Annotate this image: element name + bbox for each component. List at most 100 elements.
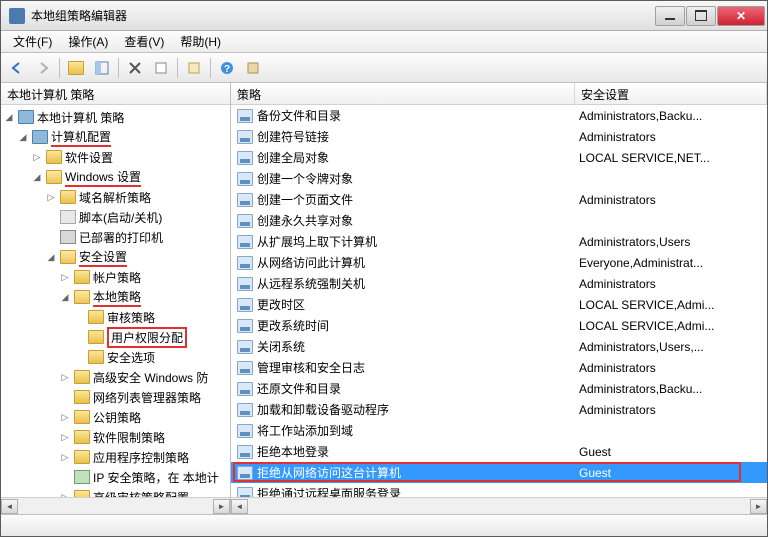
list-row[interactable]: 管理审核和安全日志Administrators xyxy=(231,357,767,378)
list-row[interactable]: 关闭系统Administrators,Users,... xyxy=(231,336,767,357)
close-button[interactable] xyxy=(717,6,765,26)
col-policy[interactable]: 策略 xyxy=(231,83,575,104)
tree-adv-audit[interactable]: ▷高级审核策略配置 xyxy=(1,487,230,497)
scroll-left-button[interactable]: ◄ xyxy=(231,499,248,514)
tree-account-policy[interactable]: ▷帐户策略 xyxy=(1,267,230,287)
computer-icon xyxy=(32,130,48,144)
list-row[interactable]: 创建一个页面文件Administrators xyxy=(231,189,767,210)
policy-cell: 加载和卸载设备驱动程序 xyxy=(231,401,575,418)
list-body[interactable]: 备份文件和目录Administrators,Backu...创建符号链接Admi… xyxy=(231,105,767,497)
tree-dns-policy[interactable]: ▷ 域名解析策略 xyxy=(1,187,230,207)
minimize-button[interactable] xyxy=(655,6,685,26)
expand-icon[interactable]: ▷ xyxy=(59,371,71,383)
tree-hscroll[interactable]: ◄ ► xyxy=(1,497,230,514)
list-row[interactable]: 从扩展坞上取下计算机 Administrators,Users xyxy=(231,231,767,252)
list-row[interactable]: 创建全局对象LOCAL SERVICE,NET... xyxy=(231,147,767,168)
tree-body[interactable]: ◢本地计算机 策略 ◢计算机配置 ▷软件设置 ◢Windows 设置 ▷ 域名解析… xyxy=(1,105,230,497)
menu-help[interactable]: 帮助(H) xyxy=(172,31,229,52)
list-row[interactable]: 将工作站添加到域 xyxy=(231,420,767,441)
expand-icon[interactable]: ◢ xyxy=(31,171,43,183)
tree-comp-config[interactable]: ◢计算机配置 xyxy=(1,127,230,147)
list-row[interactable]: 创建一个令牌对象 xyxy=(231,168,767,189)
list-row[interactable]: 还原文件和目录Administrators,Backu... xyxy=(231,378,767,399)
list-row[interactable]: 拒绝从网络访问这台计算机Guest xyxy=(231,462,767,483)
list-row[interactable]: 创建永久共享对象 xyxy=(231,210,767,231)
tree-win-settings[interactable]: ◢Windows 设置 xyxy=(1,167,230,187)
tree-sec-options[interactable]: 安全选项 xyxy=(1,347,230,367)
back-button[interactable] xyxy=(5,56,29,80)
tree-soft-restrict[interactable]: ▷软件限制策略 xyxy=(1,427,230,447)
list-hscroll[interactable]: ◄ ► xyxy=(231,497,767,514)
menu-action[interactable]: 操作(A) xyxy=(60,31,116,52)
setting-cell: Everyone,Administrat... xyxy=(575,256,767,270)
list-row[interactable]: 从远程系统强制关机Administrators xyxy=(231,273,767,294)
tree-printers[interactable]: 已部署的打印机 xyxy=(1,227,230,247)
list-row[interactable]: 拒绝本地登录Guest xyxy=(231,441,767,462)
col-security[interactable]: 安全设置 xyxy=(575,83,767,104)
policy-text: 从扩展坞上取下计算机 xyxy=(257,233,377,250)
delete-button[interactable] xyxy=(123,56,147,80)
list-row[interactable]: 拒绝通过远程桌面服务登录 xyxy=(231,483,767,497)
export-button[interactable] xyxy=(182,56,206,80)
script-icon xyxy=(60,210,76,224)
tree-audit-policy[interactable]: 审核策略 xyxy=(1,307,230,327)
folder-icon xyxy=(74,390,90,404)
list-row[interactable]: 更改时区LOCAL SERVICE,Admi... xyxy=(231,294,767,315)
scroll-left-button[interactable]: ◄ xyxy=(1,499,18,514)
expand-icon[interactable]: ◢ xyxy=(59,291,71,303)
tree-label: 网络列表管理器策略 xyxy=(93,389,201,406)
expand-icon[interactable]: ▷ xyxy=(45,191,57,203)
tree-scripts[interactable]: 脚本(启动/关机) xyxy=(1,207,230,227)
tree-sec-settings[interactable]: ◢安全设置 xyxy=(1,247,230,267)
tree-adv-firewall[interactable]: ▷高级安全 Windows 防 xyxy=(1,367,230,387)
policy-icon xyxy=(237,319,253,333)
scroll-right-button[interactable]: ► xyxy=(750,499,767,514)
tree-net-list[interactable]: 网络列表管理器策略 xyxy=(1,387,230,407)
expand-icon[interactable]: ▷ xyxy=(59,451,71,463)
tree-soft-settings[interactable]: ▷软件设置 xyxy=(1,147,230,167)
expand-icon[interactable]: ▷ xyxy=(59,271,71,283)
setting-cell: Administrators,Users xyxy=(575,235,767,249)
properties-button[interactable] xyxy=(149,56,173,80)
expand-icon[interactable]: ◢ xyxy=(17,131,29,143)
expand-icon[interactable]: ◢ xyxy=(45,251,57,263)
show-hide-tree-button[interactable] xyxy=(90,56,114,80)
tree-label: 域名解析策略 xyxy=(79,189,151,206)
list-row[interactable]: 备份文件和目录Administrators,Backu... xyxy=(231,105,767,126)
list-row[interactable]: 更改系统时间LOCAL SERVICE,Admi... xyxy=(231,315,767,336)
menu-view[interactable]: 查看(V) xyxy=(116,31,172,52)
tree-root[interactable]: ◢本地计算机 策略 xyxy=(1,107,230,127)
folder-icon xyxy=(74,490,90,497)
policy-cell: 拒绝通过远程桌面服务登录 xyxy=(231,485,575,497)
menu-file[interactable]: 文件(F) xyxy=(5,31,60,52)
setting-cell: LOCAL SERVICE,Admi... xyxy=(575,298,767,312)
separator xyxy=(177,58,178,78)
folder-icon xyxy=(60,250,76,264)
tree-ip-sec[interactable]: IP 安全策略，在 本地计 xyxy=(1,467,230,487)
policy-icon xyxy=(237,214,253,228)
forward-button[interactable] xyxy=(31,56,55,80)
list-row[interactable]: 加载和卸载设备驱动程序Administrators xyxy=(231,399,767,420)
expand-icon[interactable]: ▷ xyxy=(59,411,71,423)
help-button[interactable]: ? xyxy=(215,56,239,80)
tree-app-control[interactable]: ▷应用程序控制策略 xyxy=(1,447,230,467)
up-button[interactable] xyxy=(64,56,88,80)
policy-icon xyxy=(237,235,253,249)
policy-icon xyxy=(237,298,253,312)
policy-icon xyxy=(237,466,253,480)
tree-pubkey[interactable]: ▷公钥策略 xyxy=(1,407,230,427)
refresh-button[interactable] xyxy=(241,56,265,80)
policy-text: 备份文件和目录 xyxy=(257,107,341,124)
expand-icon[interactable]: ▷ xyxy=(59,431,71,443)
scroll-right-button[interactable]: ► xyxy=(213,499,230,514)
folder-icon xyxy=(46,150,62,164)
expand-icon[interactable]: ▷ xyxy=(31,151,43,163)
list-row[interactable]: 从网络访问此计算机Everyone,Administrat... xyxy=(231,252,767,273)
expand-icon[interactable]: ◢ xyxy=(3,111,15,123)
folder-icon xyxy=(74,290,90,304)
maximize-button[interactable] xyxy=(686,6,716,26)
list-row[interactable]: 创建符号链接Administrators xyxy=(231,126,767,147)
tree-local-policy[interactable]: ◢本地策略 xyxy=(1,287,230,307)
policy-cell: 拒绝从网络访问这台计算机 xyxy=(231,464,575,481)
tree-user-rights[interactable]: 用户权限分配 xyxy=(1,327,230,347)
